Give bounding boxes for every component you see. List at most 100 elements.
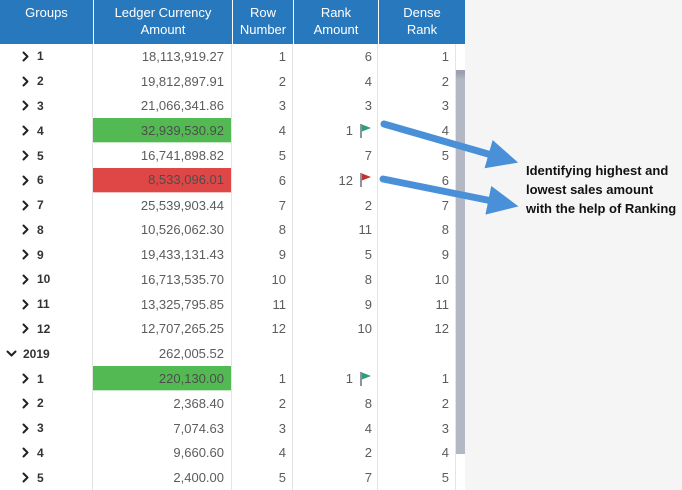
table-row: 516,741,898.82575 (0, 143, 465, 168)
table-row: 22,368.40282 (0, 391, 465, 416)
group-cell[interactable]: 5 (0, 143, 93, 168)
group-label: 7 (37, 198, 44, 212)
table-row: 1212,707,265.25121012 (0, 317, 465, 342)
column-header-rank-amount[interactable]: Rank Amount (293, 0, 378, 44)
rank-value: 12 (339, 173, 353, 188)
rank-amount-cell: 4 (293, 69, 378, 94)
dense-rank-cell: 9 (378, 242, 456, 267)
table-row: 432,939,530.92414 (0, 118, 465, 143)
rank-amount-cell: 3 (293, 94, 378, 119)
column-header-dense-rank[interactable]: Dense Rank (378, 0, 465, 44)
amount-cell: 2,368.40 (93, 391, 232, 416)
rank-value: 1 (346, 371, 353, 386)
chevron-right-icon[interactable] (20, 249, 31, 260)
rank-amount-cell: 6 (293, 44, 378, 69)
chevron-right-icon[interactable] (20, 447, 31, 458)
amount-cell: 262,005.52 (93, 341, 232, 366)
group-cell[interactable]: 2 (0, 69, 93, 94)
group-cell[interactable]: 2 (0, 391, 93, 416)
chevron-right-icon[interactable] (20, 125, 31, 136)
column-header-row-number[interactable]: Row Number (232, 0, 293, 44)
chevron-right-icon[interactable] (20, 398, 31, 409)
group-cell[interactable]: 2019 (0, 341, 93, 366)
dense-rank-cell: 1 (378, 366, 456, 391)
dense-rank-cell: 4 (378, 118, 456, 143)
chevron-right-icon[interactable] (20, 472, 31, 483)
group-cell[interactable]: 3 (0, 416, 93, 441)
row-number-cell: 11 (232, 292, 293, 317)
group-cell[interactable]: 1 (0, 44, 93, 69)
table-row: 49,660.60424 (0, 441, 465, 466)
rank-amount-cell: 1 (293, 366, 378, 391)
table-row: 2019 262,005.52 (0, 341, 465, 366)
column-header-ledger-currency-amount[interactable]: Ledger Currency Amount (93, 0, 232, 44)
chevron-right-icon[interactable] (20, 150, 31, 161)
group-cell[interactable]: 7 (0, 193, 93, 218)
dense-rank-cell: 4 (378, 441, 456, 466)
rank-amount-cell: 12 (293, 168, 378, 193)
table-row: 919,433,131.43959 (0, 242, 465, 267)
rank-amount-cell: 7 (293, 465, 378, 490)
chevron-right-icon[interactable] (20, 323, 31, 334)
column-header-label: Ledger Currency (94, 4, 232, 21)
group-label: 5 (37, 149, 44, 163)
dense-rank-cell: 11 (378, 292, 456, 317)
group-label: 9 (37, 248, 44, 262)
row-number-cell (232, 341, 293, 366)
column-header-label: Rank (294, 4, 378, 21)
annotation-text: Identifying highest and lowest sales amo… (526, 161, 682, 218)
rank-value: 3 (365, 98, 372, 113)
dense-rank-cell: 8 (378, 217, 456, 242)
group-label: 2 (37, 74, 44, 88)
row-number-cell: 8 (232, 217, 293, 242)
chevron-right-icon[interactable] (20, 76, 31, 87)
group-cell[interactable]: 1 (0, 366, 93, 391)
table-row: 1220,130.00111 (0, 366, 465, 391)
rank-value: 10 (358, 321, 372, 336)
chevron-down-icon[interactable] (6, 348, 17, 359)
group-cell[interactable]: 5 (0, 465, 93, 490)
chevron-right-icon[interactable] (20, 373, 31, 384)
scrollbar-thumb[interactable] (456, 70, 465, 454)
group-label: 2 (37, 396, 44, 410)
chevron-right-icon[interactable] (20, 100, 31, 111)
group-cell[interactable]: 11 (0, 292, 93, 317)
dense-rank-cell: 12 (378, 317, 456, 342)
group-cell[interactable]: 6 (0, 168, 93, 193)
table-row: 1113,325,795.8511911 (0, 292, 465, 317)
chevron-right-icon[interactable] (20, 423, 31, 434)
flag-red-icon (356, 172, 372, 188)
row-number-cell: 9 (232, 242, 293, 267)
group-label: 2019 (23, 347, 50, 361)
group-cell[interactable]: 9 (0, 242, 93, 267)
group-cell[interactable]: 3 (0, 94, 93, 119)
dense-rank-cell: 7 (378, 193, 456, 218)
amount-cell-highlighted-red: 8,533,096.01 (93, 168, 232, 193)
group-cell[interactable]: 4 (0, 441, 93, 466)
group-cell[interactable]: 8 (0, 217, 93, 242)
group-label: 8 (37, 223, 44, 237)
table-row: 1016,713,535.7010810 (0, 267, 465, 292)
dense-rank-cell: 3 (378, 94, 456, 119)
chevron-right-icon[interactable] (20, 175, 31, 186)
amount-cell: 21,066,341.86 (93, 94, 232, 119)
grid-body: 118,113,919.27161219,812,897.91242321,06… (0, 44, 465, 490)
rank-value: 6 (365, 49, 372, 64)
group-cell[interactable]: 10 (0, 267, 93, 292)
chevron-right-icon[interactable] (20, 274, 31, 285)
table-row: 52,400.00575 (0, 465, 465, 490)
chevron-right-icon[interactable] (20, 299, 31, 310)
table-row: 37,074.63343 (0, 416, 465, 441)
rank-value: 8 (365, 272, 372, 287)
amount-cell: 2,400.00 (93, 465, 232, 490)
column-header-groups[interactable]: Groups (0, 0, 93, 44)
vertical-scrollbar[interactable] (456, 44, 465, 490)
group-label: 1 (37, 49, 44, 63)
rank-value: 2 (365, 445, 372, 460)
group-cell[interactable]: 12 (0, 317, 93, 342)
table-row: 118,113,919.27161 (0, 44, 465, 69)
chevron-right-icon[interactable] (20, 51, 31, 62)
chevron-right-icon[interactable] (20, 200, 31, 211)
group-cell[interactable]: 4 (0, 118, 93, 143)
chevron-right-icon[interactable] (20, 224, 31, 235)
